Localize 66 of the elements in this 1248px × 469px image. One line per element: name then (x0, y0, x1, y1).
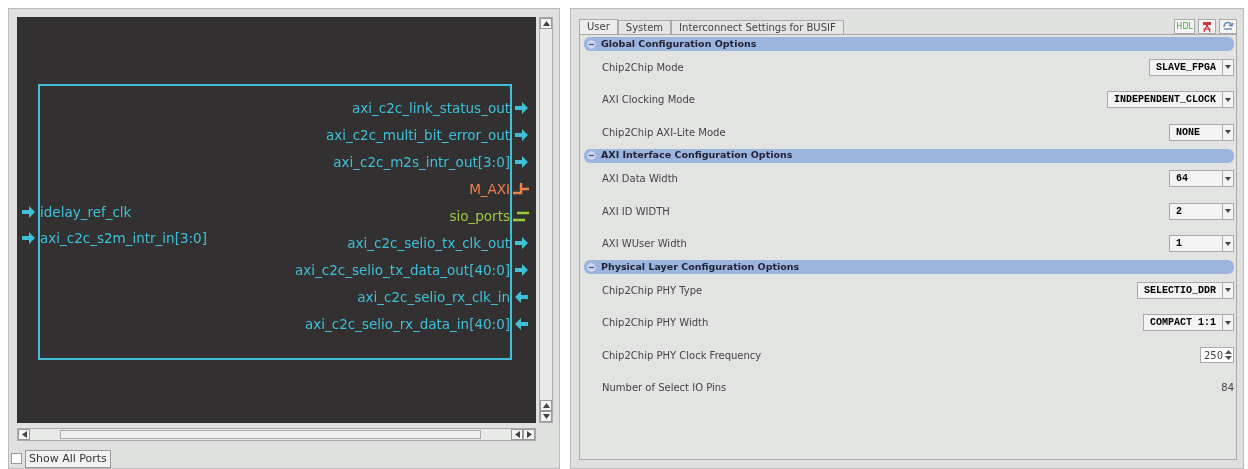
spin-field[interactable]: 250 (1199, 347, 1234, 364)
caret-icon (1225, 130, 1231, 135)
port-label: axi_c2c_selio_tx_data_out[40:0] (295, 261, 510, 280)
pdf-button[interactable] (1198, 19, 1216, 34)
port-label: idelay_ref_clk (40, 203, 132, 222)
dropdown[interactable]: COMPACT 1:1 (1143, 314, 1234, 332)
port-label: axi_c2c_link_status_out (352, 99, 510, 118)
section-header[interactable]: Global Configuration Options (584, 37, 1234, 51)
tab[interactable]: Interconnect Settings for BUSIF (671, 20, 844, 34)
dropdown[interactable]: NONE (1169, 123, 1234, 141)
port-label: sio_ports (449, 207, 510, 226)
option-label: AXI Data Width (602, 172, 678, 187)
refresh-button[interactable] (1219, 19, 1237, 34)
scroll-left-icon (514, 430, 520, 438)
dropdown[interactable]: INDEPENDENT_CLOCK (1106, 91, 1234, 109)
dropdown[interactable]: SELECTIO_DDR (1137, 281, 1234, 299)
option-label: AXI WUser Width (602, 237, 687, 252)
caret-icon (1225, 97, 1231, 102)
option-value: 84 (1221, 381, 1234, 396)
section-header[interactable]: Physical Layer Configuration Options (584, 260, 1234, 274)
option-label: AXI Clocking Mode (602, 93, 695, 108)
caret-icon (1225, 65, 1231, 70)
caret-icon (1225, 241, 1231, 246)
show-all-ports-label[interactable]: Show All Ports (25, 449, 111, 468)
section-title: Global Configuration Options (601, 36, 757, 51)
option-label: AXI ID WIDTH (602, 204, 670, 219)
checkbox[interactable] (11, 453, 22, 465)
dropdown[interactable]: 64 (1169, 170, 1234, 188)
scroll-up-icon (542, 21, 550, 26)
zoom-up-icon (542, 402, 550, 408)
port-label: axi_c2c_selio_rx_data_in[40:0] (304, 315, 510, 334)
caret-icon (1225, 176, 1231, 181)
option-label: Chip2Chip PHY Width (602, 316, 709, 331)
caret-icon (1225, 320, 1231, 325)
section-header[interactable]: AXI Interface Configuration Options (584, 148, 1234, 163)
collapse-icon[interactable] (587, 151, 596, 160)
collapse-icon[interactable] (587, 262, 596, 272)
dropdown[interactable]: SLAVE_FPGA (1149, 58, 1234, 76)
dropdown[interactable]: 1 (1169, 235, 1234, 253)
vertical-scrollbar[interactable] (539, 17, 553, 423)
option-label: Number of Select IO Pins (602, 381, 727, 396)
port-label: axi_c2c_s2m_intr_in[3:0] (40, 229, 207, 248)
port-label: axi_c2c_selio_tx_clk_out (347, 234, 510, 253)
collapse-icon[interactable] (587, 39, 596, 49)
scroll-right-icon (526, 430, 532, 438)
tab[interactable]: System (617, 20, 672, 34)
caret-icon (1225, 288, 1231, 293)
port-label: M_AXI (469, 180, 510, 199)
zoom-down-icon (542, 413, 550, 419)
option-label: Chip2Chip AXI-Lite Mode (602, 125, 726, 140)
caret-icon (1225, 209, 1231, 214)
horizontal-scrollbar[interactable] (17, 427, 536, 441)
scroll-left-icon (21, 430, 27, 438)
option-label: Chip2Chip PHY Type (602, 283, 703, 298)
port-label: axi_c2c_multi_bit_error_out (325, 126, 510, 145)
port-label: axi_c2c_m2s_intr_out[3:0] (333, 153, 510, 172)
section-title: Physical Layer Configuration Options (601, 259, 800, 274)
pdf-icon (1201, 20, 1213, 33)
tab[interactable]: User (579, 19, 618, 34)
section-title: AXI Interface Configuration Options (601, 148, 793, 163)
port-label: axi_c2c_selio_rx_clk_in (357, 288, 510, 307)
spinner-arrows-icon[interactable] (1225, 349, 1232, 362)
dropdown[interactable]: 2 (1169, 202, 1234, 220)
option-label: Chip2Chip PHY Clock Frequency (602, 348, 762, 363)
option-label: Chip2Chip Mode (602, 60, 684, 75)
refresh-icon (1222, 21, 1234, 32)
